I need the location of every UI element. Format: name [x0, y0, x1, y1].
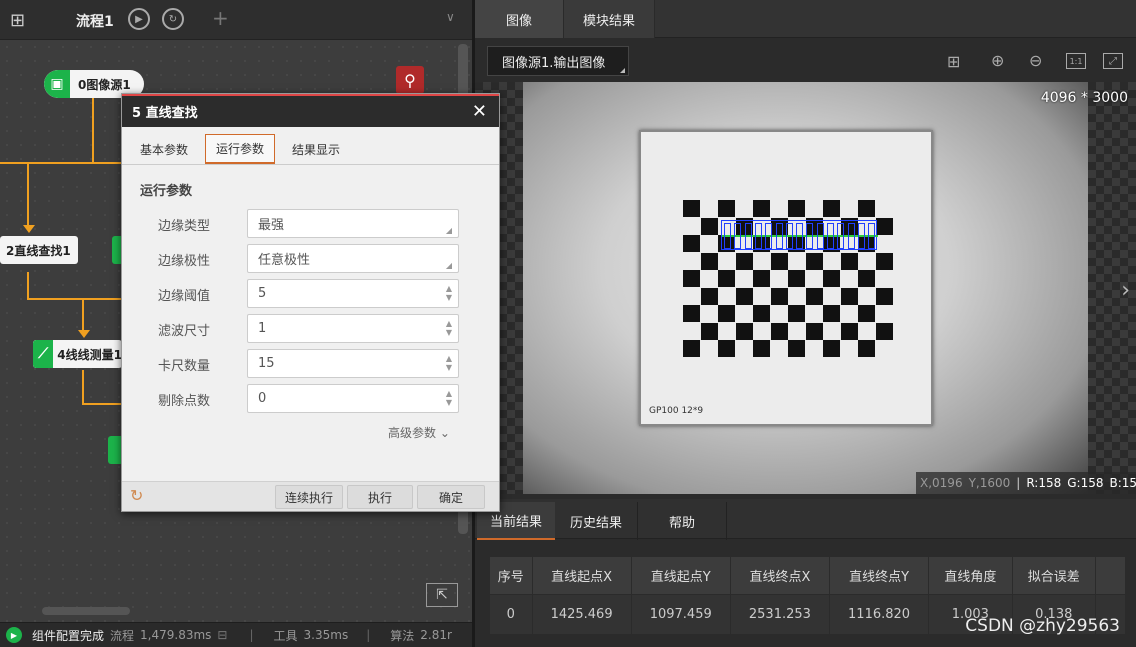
status-bar: ▶ 组件配置完成 流程 1,479.83ms ⊟ | 工具 3.35ms | 算…	[0, 622, 472, 647]
dialog-title-bar: 5 直线查找 ✕	[122, 94, 499, 127]
image-viewer[interactable]: GP100 12*9 4096 * 3000 › X,0196 Y,1600 |…	[475, 82, 1136, 494]
tab-image[interactable]: 图像	[475, 0, 563, 38]
search-icon[interactable]: ⚲	[396, 66, 424, 94]
table-cell: 2531.253	[729, 594, 830, 635]
table-cell: 1116.820	[828, 594, 930, 635]
table-cell: 0	[489, 594, 533, 635]
param-label: 剔除点数	[158, 394, 211, 409]
measure-icon: ⟋	[33, 340, 54, 368]
chevron-down-icon[interactable]: ∨	[446, 10, 455, 24]
caliper-region	[721, 220, 878, 250]
flow-toolbar: ⊞ 流程1 ▶ ↻ + ∨	[0, 0, 472, 40]
table-header-cell[interactable]: 直线终点X	[729, 556, 830, 595]
flow-node-partial-2[interactable]	[108, 436, 122, 464]
zoom-in-icon[interactable]: ⊕	[991, 51, 1004, 70]
tab-run-params[interactable]: 运行参数	[205, 134, 275, 164]
add-flow-icon[interactable]: +	[212, 6, 229, 30]
expand-icon[interactable]: ⊟	[217, 628, 227, 642]
dropdown-corner-icon: ◢	[445, 261, 452, 270]
param-label: 边缘阈值	[158, 289, 211, 304]
table-header-cell[interactable]: 直线起点X	[531, 556, 632, 595]
play-icon[interactable]: ▶	[6, 627, 22, 643]
param-label: 边缘类型	[158, 219, 211, 234]
next-image-icon[interactable]: ›	[1121, 278, 1130, 303]
image-icon: ▣	[44, 70, 70, 98]
dropdown-corner-icon: ◢	[445, 226, 452, 235]
board-label: GP100 12*9	[649, 406, 704, 416]
chevron-down-icon: ⌄	[439, 426, 450, 440]
table-cell: 1097.459	[630, 594, 731, 635]
image-source-select[interactable]: 图像源1.输出图像	[487, 46, 629, 76]
tab-help[interactable]: 帮助	[637, 502, 727, 540]
camera-image: GP100 12*9	[523, 82, 1088, 494]
table-header-cell[interactable]: 序号	[489, 556, 533, 595]
line-find-dialog: 5 直线查找 ✕ 基本参数 运行参数 结果显示 运行参数 高级参数 ⌄ ↻ 连续…	[121, 93, 500, 512]
section-title: 运行参数	[140, 184, 193, 199]
dropdown-corner-icon	[620, 68, 625, 73]
continuous-run-button[interactable]: 连续执行	[275, 485, 343, 509]
flow-tree-icon[interactable]: ⊞	[10, 10, 25, 31]
table-header-cell[interactable]: 直线角度	[928, 556, 1013, 595]
flow-node-line-measure[interactable]: ⟋ 4线线测量1	[33, 340, 122, 368]
table-header-cell[interactable]: 拟合误差	[1011, 556, 1097, 595]
execute-button[interactable]: 执行	[347, 485, 413, 509]
param-spinbox[interactable]: 0 ▲ ▼	[247, 384, 459, 413]
reset-icon[interactable]: ↻	[130, 486, 143, 505]
zoom-out-icon[interactable]: ⊖	[1029, 51, 1042, 70]
spinner-arrows-icon[interactable]: ▲ ▼	[446, 389, 452, 407]
spinner-arrows-icon[interactable]: ▲ ▼	[446, 354, 452, 372]
tab-basic-params[interactable]: 基本参数	[128, 134, 200, 164]
minimap-toggle-icon[interactable]: ⇱	[426, 583, 458, 607]
image-panel: 图像 模块结果 图像源1.输出图像 ⊞ ⊕ ⊖ 1:1 ⤢ GP100 12*9…	[475, 0, 1136, 647]
tab-history-result[interactable]: 历史结果	[557, 502, 635, 540]
confirm-button[interactable]: 确定	[417, 485, 485, 509]
param-select[interactable]: 最强 ◢	[247, 209, 459, 238]
param-select[interactable]: 任意极性 ◢	[247, 244, 459, 273]
watermark: CSDN @zhy29563	[965, 616, 1120, 636]
tab-result-display[interactable]: 结果显示	[280, 134, 352, 164]
image-resolution: 4096 * 3000	[1040, 90, 1128, 106]
param-label: 卡尺数量	[158, 359, 211, 374]
horizontal-scrollbar[interactable]	[42, 607, 130, 615]
dialog-title: 5 直线查找	[132, 106, 198, 121]
param-spinbox[interactable]: 15 ▲ ▼	[247, 349, 459, 378]
actual-size-icon[interactable]: 1:1	[1066, 53, 1086, 69]
table-header-cell[interactable]: 直线起点Y	[630, 556, 731, 595]
spinner-arrows-icon[interactable]: ▲ ▼	[446, 284, 452, 302]
tab-module-result[interactable]: 模块结果	[563, 0, 655, 38]
advanced-params-toggle[interactable]: 高级参数 ⌄	[388, 424, 450, 441]
run-once-icon[interactable]: ▶	[128, 8, 150, 30]
table-header-cell[interactable]: 直线终点Y	[828, 556, 930, 595]
crosshair-icon[interactable]: ⊞	[947, 52, 960, 71]
spinner-arrows-icon[interactable]: ▲ ▼	[446, 319, 452, 337]
param-spinbox[interactable]: 5 ▲ ▼	[247, 279, 459, 308]
flow-tab-label[interactable]: 流程1	[76, 11, 114, 31]
param-spinbox[interactable]: 1 ▲ ▼	[247, 314, 459, 343]
calibration-board: GP100 12*9	[639, 130, 933, 426]
param-label: 滤波尺寸	[158, 324, 211, 339]
fit-window-icon[interactable]: ⤢	[1103, 53, 1123, 69]
table-cell: 1425.469	[531, 594, 632, 635]
flow-node-line-find[interactable]: 2直线查找1	[0, 236, 78, 264]
param-label: 边缘极性	[158, 254, 211, 269]
run-loop-icon[interactable]: ↻	[162, 8, 184, 30]
close-icon[interactable]: ✕	[472, 101, 487, 122]
pixel-info-bar: X,0196 Y,1600 | R:158 G:158 B:158	[916, 472, 1136, 494]
